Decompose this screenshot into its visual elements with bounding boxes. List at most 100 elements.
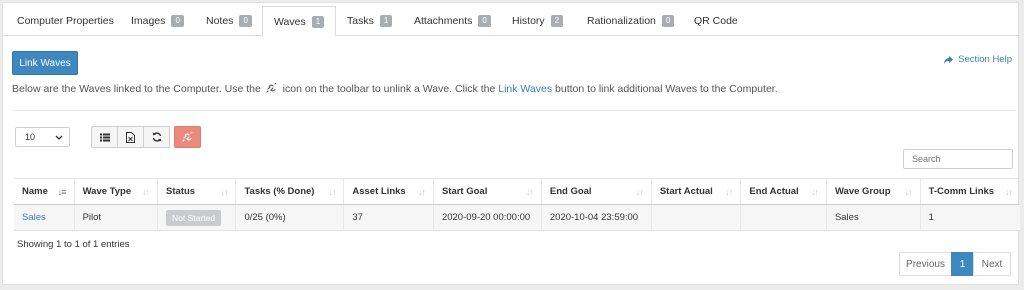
cell-end-goal: 2020-10-04 23:59:00 (540, 204, 652, 231)
sort-icon: ↓↑ (417, 187, 426, 197)
tab-label: Attachments (414, 15, 473, 27)
tab-label: Computer Properties (17, 15, 114, 27)
tab-label: QR Code (694, 15, 738, 27)
sort-icon: ↓↑ (1005, 187, 1013, 197)
section-help-label: Section Help (958, 54, 1012, 65)
refresh-button[interactable] (143, 126, 170, 148)
info-link-waves[interactable]: Link Waves (498, 83, 552, 95)
section-help-link[interactable]: Section Help (943, 54, 1012, 65)
tab-count-badge: 2 (550, 15, 564, 27)
tab-tasks[interactable]: Tasks 1 (336, 6, 403, 36)
chevron-down-icon (55, 135, 63, 140)
sort-icon: ↓↑ (525, 187, 534, 197)
status-badge: Not Started (166, 209, 222, 226)
tab-count-badge: 0 (661, 15, 675, 27)
tab-bar: Computer Properties Images 0 Notes 0 Wav… (3, 3, 1020, 37)
sort-icon: ↓↑ (635, 187, 644, 197)
column-header-name[interactable]: Name ↓≡ (14, 178, 75, 205)
tab-attachments[interactable]: Attachments 0 (403, 6, 502, 36)
sort-icon: ↓↑ (904, 187, 913, 197)
tab-label: Notes (206, 15, 234, 27)
column-header-status[interactable]: Status ↓↑ (157, 178, 236, 205)
unlink-icon (181, 132, 193, 142)
column-header-end-goal[interactable]: End Goal ↓↑ (540, 178, 652, 205)
column-header-label: Asset Links (352, 186, 406, 197)
sort-icon: ↓↑ (142, 187, 150, 197)
info-text-part3: button to link additional Waves to the C… (555, 83, 778, 95)
cell-asset-links: 37 (343, 204, 434, 231)
cell-start-goal: 2020-09-20 00:00:00 (432, 204, 542, 231)
sort-icon: ↓↑ (220, 187, 228, 197)
share-arrow-icon (944, 55, 954, 64)
column-header-label: Start Actual (659, 186, 713, 197)
pagination: Previous 1 Next (899, 252, 1011, 276)
cell-wave-type: Pilot (73, 204, 158, 231)
tab-label: History (512, 15, 545, 27)
refresh-icon (152, 132, 161, 142)
cell-wave-group: Sales (825, 204, 921, 231)
column-header-label: End Goal (549, 186, 592, 197)
cell-status: Not Started (157, 204, 236, 231)
cell-start-actual (650, 204, 741, 231)
column-header-start-goal[interactable]: Start Goal ↓↑ (432, 178, 542, 205)
tab-qr-code[interactable]: QR Code (683, 6, 749, 36)
tab-notes[interactable]: Notes 0 (195, 6, 263, 36)
link-waves-button[interactable]: Link Waves (12, 51, 78, 75)
unlink-wave-button[interactable] (174, 126, 201, 148)
page-1-button[interactable]: 1 (951, 252, 974, 276)
column-header-label: Wave Group (834, 186, 891, 197)
tab-label: Rationalization (587, 15, 656, 27)
tab-computer-properties[interactable]: Computer Properties (6, 6, 125, 36)
table-row: Sales Pilot Not Started 0/25 (0%) 37 202… (14, 204, 1020, 231)
info-text: Below are the Waves linked to the Comput… (12, 83, 778, 95)
tab-count-badge: 0 (478, 15, 491, 27)
column-list-button[interactable] (91, 126, 118, 148)
column-header-label: Name (22, 186, 48, 197)
tab-waves[interactable]: Waves 1 (262, 6, 337, 37)
cell-name: Sales (14, 204, 75, 231)
column-header-wave-group[interactable]: Wave Group ↓↑ (825, 178, 921, 205)
list-icon (99, 133, 110, 141)
column-header-tcomm-links[interactable]: T-Comm Links ↓↑ (919, 178, 1020, 205)
tab-history[interactable]: History 2 (501, 6, 574, 36)
tab-images[interactable]: Images 0 (120, 6, 195, 36)
column-header-label: End Actual (749, 186, 799, 197)
previous-page-button[interactable]: Previous (899, 252, 952, 276)
cell-tcomm-links: 1 (919, 204, 1020, 231)
divider (12, 110, 1016, 111)
column-header-label: Tasks (% Done) (244, 186, 315, 197)
wave-name-link[interactable]: Sales (22, 212, 46, 223)
column-header-label: Status (166, 186, 196, 197)
info-text-part2: icon on the toolbar to unlink a Wave. Cl… (282, 83, 496, 95)
search-input[interactable] (903, 149, 1013, 169)
next-page-button[interactable]: Next (973, 252, 1011, 276)
unlink-icon (266, 83, 277, 93)
column-header-wave-type[interactable]: Wave Type ↓↑ (73, 178, 158, 205)
page-size-value: 10 (25, 132, 36, 142)
tab-label: Tasks (347, 15, 374, 27)
tab-label: Images (131, 15, 166, 27)
tab-count-badge: 1 (311, 15, 325, 28)
column-header-label: Wave Type (82, 186, 132, 197)
page-size-select[interactable]: 10 (15, 127, 70, 147)
tab-count-badge: 0 (171, 15, 184, 27)
waves-table: Name ↓≡ Wave Type ↓↑ Status ↓↑ Tasks (% Don… (14, 178, 1020, 231)
column-header-start-actual[interactable]: Start Actual ↓↑ (650, 178, 741, 205)
cell-end-actual (740, 204, 827, 231)
table-toolbar (91, 126, 201, 148)
tab-count-badge: 1 (379, 15, 393, 27)
info-text-part1: Below are the Waves linked to the Comput… (12, 83, 261, 95)
column-header-label: Start Goal (441, 186, 488, 197)
column-header-end-actual[interactable]: End Actual ↓↑ (740, 178, 827, 205)
cell-tasks-done: 0/25 (0%) (235, 204, 344, 231)
sort-icon: ↓↑ (328, 187, 336, 197)
tab-rationalization[interactable]: Rationalization 0 (576, 6, 685, 36)
tab-count-badge: 0 (239, 15, 252, 27)
table-header-row: Name ↓≡ Wave Type ↓↑ Status ↓↑ Tasks (% Don… (14, 178, 1020, 205)
computer-panel: Computer Properties Images 0 Notes 0 Wav… (2, 2, 1020, 285)
export-button[interactable] (117, 126, 144, 148)
entries-info: Showing 1 to 1 of 1 entries (17, 239, 130, 250)
column-header-tasks-done[interactable]: Tasks (% Done) ↓↑ (235, 178, 344, 205)
column-header-asset-links[interactable]: Asset Links ↓↑ (343, 178, 434, 205)
file-export-icon (126, 131, 135, 143)
